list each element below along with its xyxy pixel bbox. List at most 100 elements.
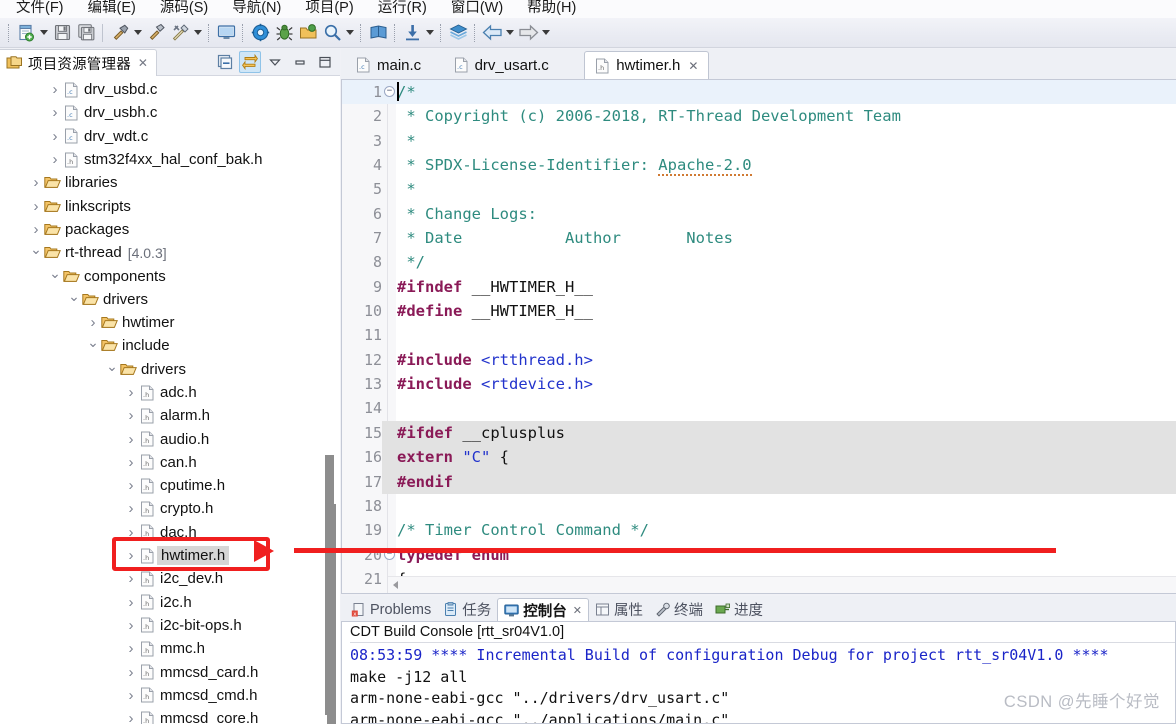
menu-source[interactable]: 源码(S) <box>148 0 220 18</box>
debug-config-icon[interactable] <box>248 21 272 45</box>
chevron-right-icon[interactable] <box>48 151 62 168</box>
chevron-right-icon[interactable] <box>124 431 138 448</box>
chevron-down-icon[interactable] <box>67 291 81 308</box>
chevron-right-icon[interactable] <box>86 314 100 331</box>
close-icon[interactable]: ✕ <box>138 56 148 70</box>
menu-window[interactable]: 窗口(W) <box>439 0 515 18</box>
chevron-down-icon[interactable] <box>48 268 62 285</box>
fold-collapse-icon[interactable]: − <box>384 548 395 560</box>
code-line[interactable]: 8 */ <box>342 250 1176 274</box>
save-icon[interactable] <box>50 21 74 45</box>
editor-tab-main-c[interactable]: .c main.c <box>346 51 431 79</box>
code-line[interactable]: 17 #endif <box>342 469 1176 494</box>
tree-item[interactable]: .h i2c_dev.h <box>0 567 340 590</box>
tree-item[interactable]: .h i2c.h <box>0 591 340 614</box>
run-external-tools-icon[interactable] <box>296 21 320 45</box>
tree-editor-scrollbar[interactable] <box>325 455 334 715</box>
chevron-right-icon[interactable] <box>29 174 43 191</box>
chevron-right-icon[interactable] <box>124 594 138 611</box>
chevron-right-icon[interactable] <box>124 640 138 657</box>
open-type-icon[interactable] <box>366 21 390 45</box>
chevron-right-icon[interactable] <box>124 617 138 634</box>
tree-item[interactable]: libraries <box>0 171 340 194</box>
code-line[interactable]: 18 <box>342 494 1176 518</box>
code-line[interactable]: 15 #ifdef __cplusplus <box>342 420 1176 446</box>
chevron-down-icon[interactable] <box>29 244 43 261</box>
code-line[interactable]: 20− typedef enum <box>342 543 1176 567</box>
tree-item[interactable]: .c drv_wdt.c <box>0 125 340 148</box>
code-line[interactable]: 5 * <box>342 177 1176 201</box>
chevron-right-icon[interactable] <box>124 407 138 424</box>
forward-arrow-icon[interactable] <box>516 21 540 45</box>
chevron-right-icon[interactable] <box>29 198 43 215</box>
chevron-right-icon[interactable] <box>124 710 138 724</box>
editor-tab-hwtimer-h[interactable]: .h hwtimer.h ✕ <box>584 51 710 79</box>
clean-hammer-icon[interactable] <box>144 21 168 45</box>
console-tab-控制台[interactable]: 控制台 ✕ <box>497 598 589 621</box>
chevron-right-icon[interactable] <box>48 81 62 98</box>
tree-item[interactable]: include <box>0 334 340 357</box>
tree-item[interactable]: .h adc.h <box>0 381 340 404</box>
console-tab-终端[interactable]: 终端 <box>649 598 709 621</box>
search-dropdown-arrow[interactable] <box>344 21 356 45</box>
tree-item[interactable]: linkscripts <box>0 194 340 217</box>
chevron-right-icon[interactable] <box>124 547 138 564</box>
chevron-right-icon[interactable] <box>48 128 62 145</box>
menu-help[interactable]: 帮助(H) <box>515 0 588 18</box>
close-icon[interactable]: ✕ <box>573 604 582 617</box>
build-dropdown-arrow[interactable] <box>132 21 144 45</box>
forward-dropdown-arrow[interactable] <box>540 21 552 45</box>
chevron-right-icon[interactable] <box>124 384 138 401</box>
menu-run[interactable]: 运行(R) <box>366 0 439 18</box>
download-icon[interactable] <box>400 21 424 45</box>
editor-tab-drv-usart-c[interactable]: .c drv_usart.c <box>444 51 559 79</box>
tree-item[interactable]: .h mmcsd_cmd.h <box>0 684 340 707</box>
scroll-left-arrow[interactable] <box>388 577 403 594</box>
tree-item[interactable]: .h mmcsd_core.h <box>0 707 340 724</box>
new-icon[interactable] <box>14 21 38 45</box>
back-dropdown-arrow[interactable] <box>504 21 516 45</box>
chevron-down-icon[interactable] <box>105 361 119 378</box>
code-line[interactable]: 12 #include <rtthread.h> <box>342 348 1176 372</box>
chevron-right-icon[interactable] <box>48 104 62 121</box>
collapse-all-icon[interactable] <box>214 51 236 73</box>
tree-item[interactable]: packages <box>0 218 340 241</box>
menu-file[interactable]: 文件(F) <box>4 0 76 18</box>
tree-item[interactable]: .h i2c-bit-ops.h <box>0 614 340 637</box>
project-tree[interactable]: .c drv_usbd.c .c drv_usbh.c .c drv_wdt.c .h stm… <box>0 76 340 724</box>
tree-item[interactable]: drivers <box>0 288 340 311</box>
editor-horizontal-scrollbar[interactable] <box>388 576 1176 593</box>
close-icon[interactable]: ✕ <box>688 59 698 73</box>
save-all-icon[interactable] <box>74 21 98 45</box>
tree-item[interactable]: .h mmc.h <box>0 637 340 660</box>
code-line[interactable]: 10 #define __HWTIMER_H__ <box>342 299 1176 323</box>
minimize-icon[interactable] <box>289 51 311 73</box>
code-line[interactable]: 19 /* Timer Control Command */ <box>342 518 1176 542</box>
code-line[interactable]: 7 * Date Author Notes <box>342 226 1176 250</box>
chevron-right-icon[interactable] <box>124 524 138 541</box>
chevron-right-icon[interactable] <box>124 477 138 494</box>
code-line[interactable]: 2 * Copyright (c) 2006-2018, RT-Thread D… <box>342 104 1176 128</box>
tree-item[interactable]: .h crypto.h <box>0 497 340 520</box>
menu-project[interactable]: 项目(P) <box>293 0 365 18</box>
console-tab-任务[interactable]: 任务 <box>437 598 497 621</box>
view-menu-icon[interactable] <box>264 51 286 73</box>
tree-item[interactable]: drivers <box>0 358 340 381</box>
code-editor[interactable]: 1−/* 2 * Copyright (c) 2006-2018, RT-Thre… <box>341 79 1176 594</box>
code-line[interactable]: 13 #include <rtdevice.h> <box>342 372 1176 396</box>
tree-item[interactable]: .h cputime.h <box>0 474 340 497</box>
console-tab-属性[interactable]: 属性 <box>589 598 649 621</box>
new-dropdown-arrow[interactable] <box>38 21 50 45</box>
code-lines[interactable]: 1−/* 2 * Copyright (c) 2006-2018, RT-Thre… <box>342 80 1176 593</box>
build-hammer-icon[interactable] <box>108 21 132 45</box>
tree-item[interactable]: .c drv_usbd.c <box>0 78 340 101</box>
chevron-right-icon[interactable] <box>124 687 138 704</box>
build-settings-icon[interactable] <box>168 21 192 45</box>
layers-icon[interactable] <box>446 21 470 45</box>
build-settings-dropdown-arrow[interactable] <box>192 21 204 45</box>
chevron-right-icon[interactable] <box>124 664 138 681</box>
maximize-icon[interactable] <box>314 51 336 73</box>
code-line[interactable]: 1−/* <box>342 80 1176 105</box>
tree-item[interactable]: .h alarm.h <box>0 404 340 427</box>
tree-item[interactable]: .h mmcsd_card.h <box>0 660 340 683</box>
